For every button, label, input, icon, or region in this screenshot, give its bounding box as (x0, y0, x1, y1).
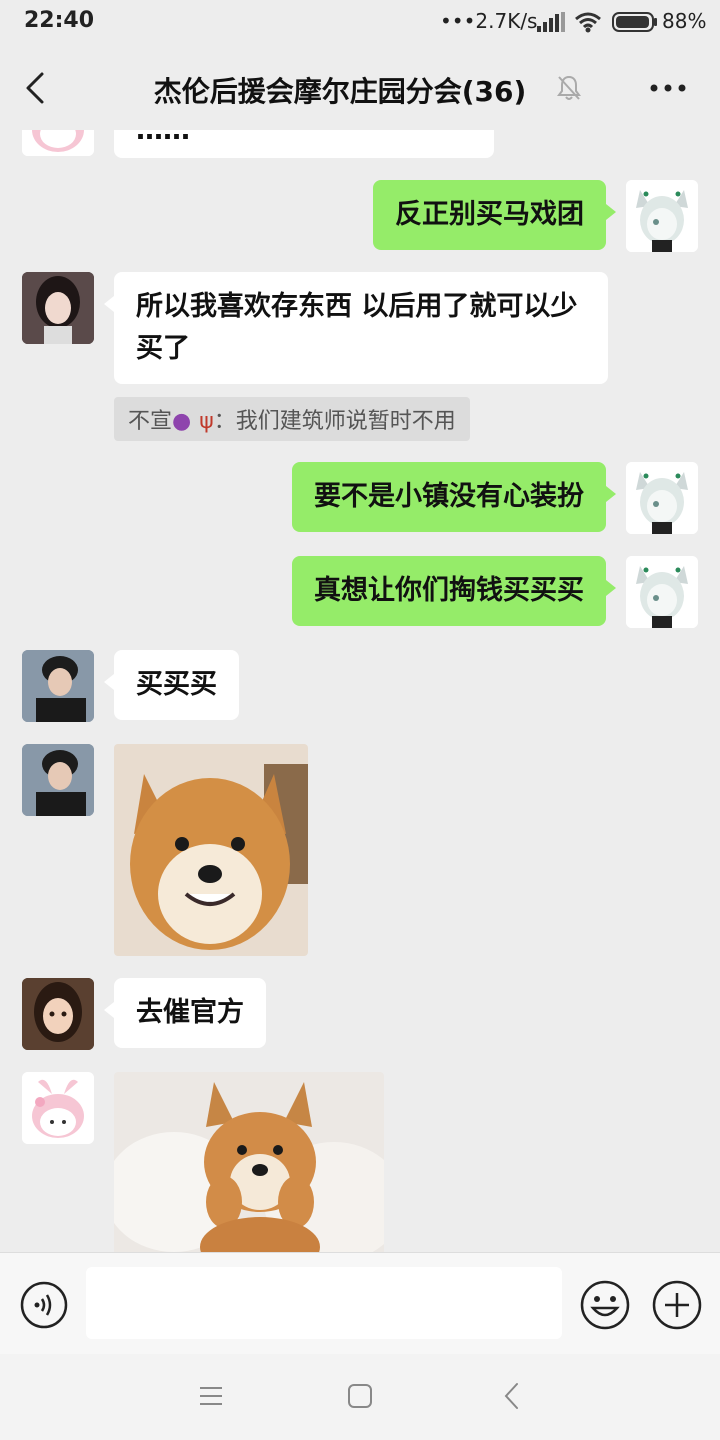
input-bar (0, 1252, 720, 1354)
voice-input-button[interactable] (20, 1281, 68, 1329)
chat-title: 杰伦后援会摩尔庄园分会(36) (153, 75, 527, 108)
battery-icon (612, 12, 657, 32)
message-bubble[interactable]: 要不是小镇没有心装扮 (292, 462, 616, 532)
message-text: 买买买 (136, 669, 217, 700)
girl-photo-avatar[interactable] (22, 272, 94, 344)
status-bar: 22:40 •••2.7K/s 88% (0, 0, 720, 46)
more-functions-button[interactable] (652, 1280, 702, 1330)
bell-muted-icon (557, 75, 581, 100)
message-bubble[interactable]: 真想让你们掏钱买买买 (292, 556, 616, 626)
wifi-icon (575, 12, 601, 33)
message-bubble[interactable]: 去催官方 (104, 978, 266, 1048)
status-time: 22:40 (24, 8, 95, 33)
more-options-button[interactable] (648, 76, 688, 100)
message-text: 真想让你们掏钱买买买 (314, 575, 584, 606)
message-input[interactable] (86, 1267, 562, 1339)
message-text: …… (136, 130, 190, 146)
nav-back-icon[interactable] (500, 1380, 524, 1412)
recent-apps-icon[interactable] (198, 1384, 224, 1408)
chat-message-list[interactable]: …… 反正别买马戏团 所以我喜欢存东西 以后用了就可以少买了 不宣● ψ：我们建… (0, 130, 720, 1252)
shiba-sticker-image[interactable] (114, 1072, 384, 1252)
emoji-button[interactable] (580, 1280, 630, 1330)
message-text: 要不是小镇没有心装扮 (314, 481, 584, 512)
chat-header: 杰伦后援会摩尔庄园分会(36) (0, 46, 720, 130)
battery-percent: 88% (662, 9, 707, 33)
grape-emoji-icon: ● (172, 409, 192, 434)
man-photo-avatar[interactable] (22, 744, 94, 816)
system-navigation-bar (0, 1354, 720, 1440)
message-bubble[interactable]: 所以我喜欢存东西 以后用了就可以少买了 (104, 272, 608, 384)
message-bubble[interactable]: 买买买 (104, 650, 239, 720)
man-photo-avatar[interactable] (22, 650, 94, 722)
network-speed: •••2.7K/s (440, 9, 538, 33)
message-bubble[interactable]: 反正别买马戏团 (373, 180, 616, 250)
pink-melody-avatar[interactable] (22, 1072, 94, 1144)
anime-fox-girl-avatar[interactable] (626, 556, 698, 628)
pink-melody-avatar[interactable] (22, 130, 94, 156)
message-bubble[interactable]: …… (114, 130, 494, 158)
home-icon[interactable] (346, 1382, 374, 1410)
lobster-emoji-icon: ψ (199, 409, 214, 434)
system-notice: 不宣● ψ：我们建筑师说暂时不用 (114, 397, 470, 441)
signal-icon (537, 12, 565, 32)
notice-sender: 不宣 (128, 409, 173, 434)
anime-fox-girl-avatar[interactable] (626, 462, 698, 534)
cartoon-girl-avatar[interactable] (22, 978, 94, 1050)
message-text: 反正别买马戏团 (395, 199, 584, 230)
message-text: 去催官方 (136, 997, 244, 1028)
anime-fox-girl-avatar[interactable] (626, 180, 698, 252)
shiba-sticker-image[interactable] (114, 744, 308, 956)
notice-text: ：我们建筑师说暂时不用 (213, 409, 456, 434)
message-text: 所以我喜欢存东西 以后用了就可以少买了 (136, 291, 578, 364)
